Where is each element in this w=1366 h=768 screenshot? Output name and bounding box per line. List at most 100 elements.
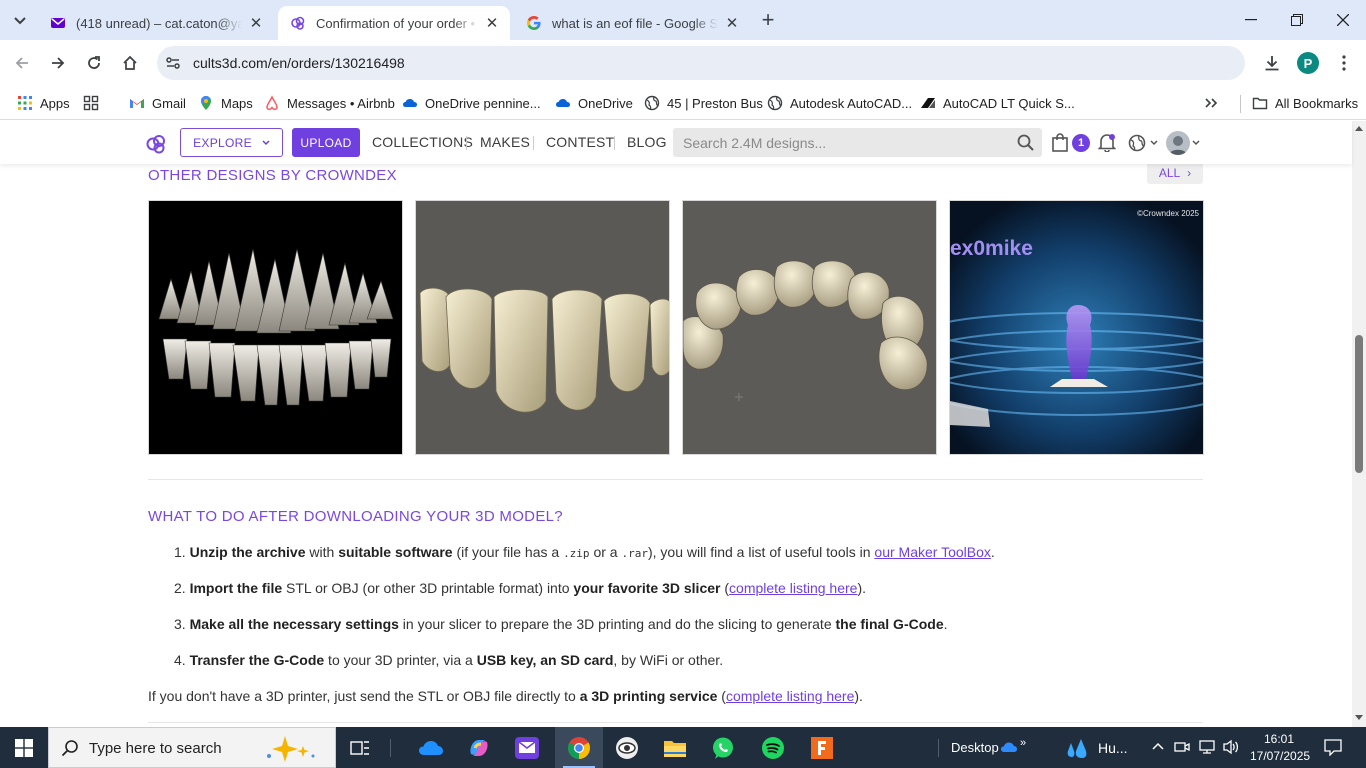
site-info-icon[interactable] — [165, 55, 181, 71]
bookmark-apps[interactable]: Apps — [17, 92, 70, 114]
forward-button[interactable] — [42, 47, 74, 79]
close-tab-icon[interactable]: ✕ — [484, 15, 500, 32]
nav-blog[interactable]: BLOG — [627, 134, 667, 150]
bookmark-preston-bus[interactable]: 45 | Preston Bus — [644, 92, 763, 114]
user-avatar[interactable] — [1166, 131, 1190, 155]
chrome-menu-button[interactable] — [1328, 47, 1360, 79]
new-tab-button[interactable]: + — [756, 6, 780, 34]
bookmark-autocad-lt[interactable]: AutoCAD LT Quick S... — [920, 92, 1075, 114]
scroll-down-icon[interactable] — [1355, 715, 1363, 721]
network-icon[interactable] — [1198, 739, 1216, 755]
tab-title: (418 unread) – cat.caton@yahoo.com — [76, 15, 242, 31]
task-view-button[interactable] — [336, 727, 384, 768]
notification-center-icon[interactable] — [1324, 738, 1342, 756]
profile-button[interactable]: P — [1292, 47, 1324, 79]
bookmark-airbnb[interactable]: Messages • Airbnb — [264, 92, 395, 114]
step-text: ), you will find a list of useful tools … — [647, 544, 875, 560]
page-scrollbar[interactable] — [1352, 121, 1366, 727]
weather-drop-icon[interactable] — [1066, 737, 1092, 759]
step-bold: Unzip the archive — [189, 544, 306, 560]
taskbar-chrome[interactable] — [555, 727, 603, 768]
bell-icon[interactable] — [1098, 133, 1116, 152]
bookmark-maps[interactable]: Maps — [198, 92, 253, 114]
step-text: to your 3D printer, via a — [324, 652, 477, 668]
autocad-icon — [921, 98, 935, 108]
section-divider — [148, 479, 1203, 480]
scrollbar-thumb[interactable] — [1355, 335, 1363, 473]
start-button[interactable] — [0, 727, 48, 768]
bookmark-label: AutoCAD LT Quick S... — [943, 95, 1075, 111]
back-button[interactable] — [6, 47, 38, 79]
maker-toolbox-link[interactable]: our Maker ToolBox — [874, 544, 990, 560]
tab-title: Confirmation of your order • Nuvola — [316, 15, 478, 31]
minimize-button[interactable] — [1228, 0, 1274, 40]
desktop-toolbar-label[interactable]: Desktop — [951, 740, 999, 755]
home-button[interactable] — [114, 47, 146, 79]
clock-time[interactable]: 16:01 — [1264, 732, 1294, 746]
shopping-bag-icon[interactable] — [1052, 133, 1068, 152]
step-bold: suitable software — [338, 544, 453, 560]
design-thumb-3[interactable] — [682, 200, 937, 455]
meet-now-icon[interactable] — [1174, 739, 1190, 755]
taskbar-copilot[interactable] — [455, 727, 503, 768]
bookmark-app-grid[interactable] — [83, 92, 106, 114]
weather-label[interactable]: Hu... — [1098, 740, 1128, 756]
bookmark-autodesk[interactable]: Autodesk AutoCAD... — [767, 92, 912, 114]
site-search-placeholder: Search 2.4M designs... — [683, 135, 827, 151]
close-tab-icon[interactable]: ✕ — [724, 15, 740, 32]
onedrive-tray-icon[interactable] — [1000, 741, 1018, 753]
restore-button[interactable] — [1274, 0, 1320, 40]
taskbar-whatsapp[interactable] — [699, 727, 747, 768]
chevron-up-icon[interactable] — [1152, 742, 1164, 750]
taskbar-file-explorer[interactable] — [651, 727, 699, 768]
bookmark-onedrive[interactable]: OneDrive — [555, 92, 633, 114]
nav-collections[interactable]: COLLECTIONS — [372, 134, 473, 150]
tab-cults-order[interactable]: Confirmation of your order • Nuvola ✕ — [278, 6, 510, 40]
language-globe-icon[interactable] — [1128, 134, 1146, 152]
design-thumb-1[interactable] — [148, 200, 403, 455]
all-bookmarks-button[interactable]: All Bookmarks — [1252, 92, 1358, 114]
nav-makes[interactable]: MAKES — [480, 134, 530, 150]
slicer-listing-link[interactable]: complete listing here — [729, 580, 857, 596]
tab-search-button[interactable] — [8, 9, 32, 33]
address-bar[interactable]: cults3d.com/en/orders/130216498 — [157, 46, 1245, 80]
taskbar-fusion[interactable] — [798, 727, 846, 768]
design-thumb-2[interactable] — [415, 200, 670, 455]
more-bookmarks-button[interactable] — [1204, 92, 1218, 114]
step-text: ). — [857, 580, 866, 596]
close-window-button[interactable] — [1320, 0, 1366, 40]
reload-button[interactable] — [78, 47, 110, 79]
volume-icon[interactable] — [1222, 739, 1240, 755]
bookmark-label: OneDrive — [578, 95, 633, 111]
profile-avatar: P — [1297, 52, 1319, 74]
list-item: 3. Make all the necessary settings in yo… — [174, 616, 948, 632]
search-icon[interactable] — [1017, 134, 1034, 151]
step-text: , by WiFi or other. — [613, 652, 724, 668]
cults-logo-icon[interactable] — [145, 133, 167, 155]
tab-google-search[interactable]: what is an eof file - Google Search ✕ — [514, 6, 750, 40]
printing-service-listing-link[interactable]: complete listing here — [726, 688, 854, 704]
downloads-button[interactable] — [1256, 47, 1288, 79]
tab-yahoo-mail[interactable]: (418 unread) – cat.caton@yahoo.com ✕ — [38, 6, 274, 40]
url-text[interactable]: cults3d.com/en/orders/130216498 — [193, 55, 405, 71]
bookmark-gmail[interactable]: Gmail — [129, 92, 186, 114]
site-search-input[interactable]: Search 2.4M designs... — [673, 128, 1042, 157]
clock-date[interactable]: 17/07/2025 — [1250, 749, 1310, 763]
bookmark-onedrive-pennine[interactable]: OneDrive pennine... — [402, 92, 541, 114]
scroll-up-icon[interactable] — [1355, 125, 1363, 131]
note-text: ). — [854, 688, 863, 704]
taskbar-onedrive[interactable] — [407, 727, 455, 768]
taskbar-spotify[interactable] — [749, 727, 797, 768]
list-item: 1. Unzip the archive with suitable softw… — [174, 544, 995, 560]
close-tab-icon[interactable]: ✕ — [248, 15, 264, 32]
explore-button[interactable]: EXPLORE — [180, 128, 283, 157]
taskbar-yahoo-mail[interactable] — [503, 727, 551, 768]
all-designs-button[interactable]: ALL › — [1147, 164, 1203, 184]
design-thumb-4[interactable]: ex0mike ©Crowndex 2025 — [949, 200, 1204, 455]
sparkle-search-highlight-icon — [267, 736, 315, 762]
upload-button[interactable]: UPLOAD — [292, 128, 360, 157]
chevron-double-right-icon[interactable]: » — [1020, 737, 1026, 749]
nav-contest[interactable]: CONTEST — [546, 134, 614, 150]
taskbar-eye-app[interactable] — [603, 727, 651, 768]
taskbar-search-input[interactable]: Type here to search — [48, 727, 336, 768]
